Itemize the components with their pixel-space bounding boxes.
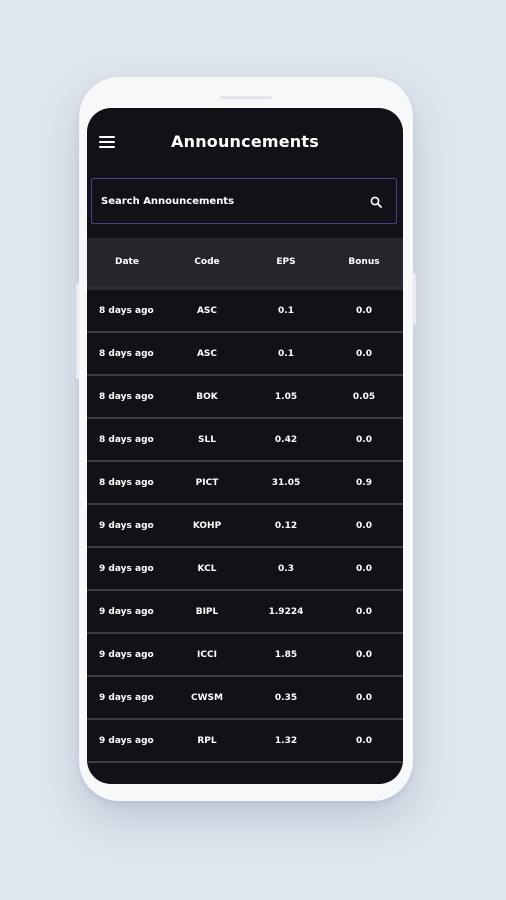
row-eps: 1.9224: [268, 606, 304, 617]
row-bonus: 0.9: [356, 477, 372, 488]
row-date: 8 days ago: [99, 477, 154, 488]
row-eps: 1.32: [274, 735, 298, 746]
row-bonus: 0.0: [356, 520, 372, 531]
hamburger-menu-icon[interactable]: [99, 136, 115, 148]
search-icon[interactable]: [370, 196, 382, 208]
row-eps: 1.05: [274, 391, 298, 402]
table-row[interactable]: 9 days ago KCL 0.3 0.0: [87, 548, 403, 591]
row-date: 8 days ago: [99, 434, 154, 445]
row-bonus: 0.0: [356, 692, 372, 703]
row-bonus: 0.0: [356, 434, 372, 445]
table-row[interactable]: 8 days ago BOK 1.05 0.05: [87, 376, 403, 419]
phone-side-button-left-lower: [76, 323, 79, 379]
row-eps: 0.35: [274, 692, 298, 703]
phone-speaker: [220, 96, 272, 99]
search-input[interactable]: [101, 179, 351, 223]
app-bar: Announcements: [87, 108, 403, 174]
row-date: 9 days ago: [99, 563, 154, 574]
column-header-eps[interactable]: EPS: [247, 257, 325, 267]
row-date: 9 days ago: [99, 520, 154, 531]
row-date: 9 days ago: [99, 649, 154, 660]
row-eps: 0.3: [278, 563, 294, 574]
row-eps: 0.1: [278, 348, 294, 359]
row-code: ASC: [196, 348, 218, 359]
table-row[interactable]: 8 days ago PICT 31.05 0.9: [87, 462, 403, 505]
table-row[interactable]: 9 days ago RPL 1.32 0.0: [87, 720, 403, 763]
row-date: 9 days ago: [99, 606, 154, 617]
row-date: 8 days ago: [99, 348, 154, 359]
column-header-bonus[interactable]: Bonus: [325, 257, 403, 267]
row-bonus: 0.05: [352, 391, 376, 402]
table-header-row: Date Code EPS Bonus: [87, 238, 403, 290]
page-title: Announcements: [171, 132, 319, 151]
row-date: 9 days ago: [99, 692, 154, 703]
row-code: ICCI: [197, 649, 217, 660]
row-code: KOHP: [192, 520, 222, 531]
search-bar[interactable]: [91, 178, 397, 224]
row-code: ASC: [196, 305, 218, 316]
row-code: SLL: [198, 434, 216, 445]
row-eps: 0.12: [274, 520, 298, 531]
row-date: 8 days ago: [99, 305, 154, 316]
row-eps: 0.1: [278, 305, 294, 316]
row-eps: 31.05: [271, 477, 301, 488]
table-row[interactable]: 8 days ago ASC 0.1 0.0: [87, 333, 403, 376]
table-row[interactable]: 8 days ago ASC 0.1 0.0: [87, 290, 403, 333]
row-bonus: 0.0: [356, 305, 372, 316]
row-code: CWSM: [191, 692, 223, 703]
row-code: PICT: [195, 477, 219, 488]
row-bonus: 0.0: [356, 348, 372, 359]
row-date: 8 days ago: [99, 391, 154, 402]
phone-side-button-right: [413, 273, 416, 325]
row-code: KCL: [197, 563, 217, 574]
app-screen: Announcements Date Code EPS Bonus 8 days…: [87, 108, 403, 784]
row-date: 9 days ago: [99, 735, 154, 746]
table-row[interactable]: 9 days ago CWSM 0.35 0.0: [87, 677, 403, 720]
row-eps: 0.42: [274, 434, 298, 445]
column-header-code[interactable]: Code: [167, 257, 247, 267]
row-eps: 1.85: [274, 649, 298, 660]
table-row[interactable]: 9 days ago ICCI 1.85 0.0: [87, 634, 403, 677]
row-code: RPL: [197, 735, 217, 746]
row-bonus: 0.0: [356, 563, 372, 574]
phone-frame: Announcements Date Code EPS Bonus 8 days…: [76, 77, 416, 801]
table-row[interactable]: 9 days ago KOHP 0.12 0.0: [87, 505, 403, 548]
table-row[interactable]: 8 days ago SLL 0.42 0.0: [87, 419, 403, 462]
row-bonus: 0.0: [356, 735, 372, 746]
row-code: BOK: [196, 391, 218, 402]
announcements-table: Date Code EPS Bonus 8 days ago ASC 0.1 0…: [87, 238, 403, 763]
column-header-date[interactable]: Date: [87, 257, 167, 267]
table-row[interactable]: 9 days ago BIPL 1.9224 0.0: [87, 591, 403, 634]
row-bonus: 0.0: [356, 606, 372, 617]
row-code: BIPL: [195, 606, 219, 617]
row-bonus: 0.0: [356, 649, 372, 660]
